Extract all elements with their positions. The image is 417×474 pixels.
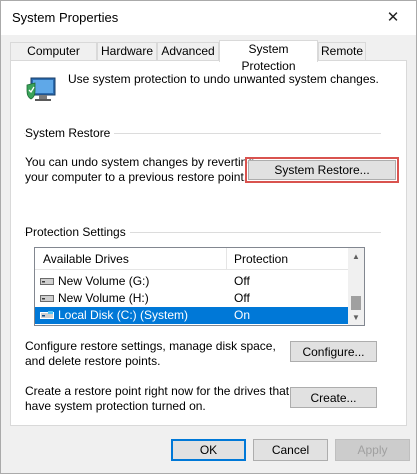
system-restore-description: You can undo system changes by reverting… (25, 155, 254, 185)
drives-list-scrollbar[interactable]: ▲ ▼ (348, 248, 364, 325)
configure-desc-line2: and delete restore points. (25, 354, 161, 368)
cancel-button[interactable]: Cancel (253, 439, 328, 461)
computer-shield-icon (26, 77, 56, 101)
create-description: Create a restore point right now for the… (25, 384, 289, 414)
scroll-down-arrow-icon[interactable]: ▼ (348, 309, 364, 325)
drives-list-header: Available Drives Protection (35, 248, 349, 270)
drive-icon (40, 295, 54, 302)
system-properties-window: System Properties ✕ Computer Name Hardwa… (0, 0, 417, 474)
apply-button-label: Apply (357, 443, 388, 457)
system-drive-icon (40, 311, 54, 319)
scroll-up-arrow-icon[interactable]: ▲ (348, 248, 364, 264)
system-restore-desc-line2: your computer to a previous restore poin… (25, 170, 248, 184)
tab-system-protection[interactable]: System Protection (219, 40, 318, 73)
column-header-available-drives[interactable]: Available Drives (43, 252, 129, 266)
drive-name: New Volume (H:) (58, 291, 149, 305)
apply-button[interactable]: Apply (335, 439, 410, 461)
drive-row[interactable]: New Volume (H:) Off (35, 290, 349, 307)
protection-settings-group-label: Protection Settings (25, 225, 130, 239)
title-bar[interactable]: System Properties ✕ (1, 1, 416, 35)
dialog-footer: OK Cancel Apply (1, 427, 416, 473)
system-restore-button[interactable]: System Restore... (245, 157, 399, 183)
column-header-protection[interactable]: Protection (234, 252, 288, 266)
close-icon[interactable]: ✕ (370, 1, 416, 33)
drive-name: New Volume (G:) (58, 274, 150, 288)
create-button[interactable]: Create... (290, 387, 377, 408)
drive-protection-status: Off (234, 291, 250, 305)
configure-button-label: Configure... (302, 344, 365, 359)
ok-button[interactable]: OK (171, 439, 246, 461)
create-button-label: Create... (310, 390, 357, 405)
system-restore-desc-line1: You can undo system changes by reverting (25, 155, 255, 169)
drive-protection-status: Off (234, 274, 250, 288)
configure-button[interactable]: Configure... (290, 341, 377, 362)
cancel-button-label: Cancel (271, 443, 310, 457)
tab-advanced[interactable]: Advanced (157, 42, 219, 61)
configure-description: Configure restore settings, manage disk … (25, 339, 276, 369)
system-protection-panel: Use system protection to undo unwanted s… (10, 60, 407, 426)
window-title: System Properties (12, 10, 119, 25)
drive-row-selected[interactable]: Local Disk (C:) (System) On (35, 307, 349, 324)
system-restore-group-label: System Restore (25, 126, 115, 140)
drive-protection-status: On (234, 308, 251, 322)
tab-computer-name[interactable]: Computer Name (10, 42, 97, 75)
configure-desc-line1: Configure restore settings, manage disk … (25, 339, 276, 353)
tab-hardware[interactable]: Hardware (97, 42, 157, 61)
drive-row[interactable]: New Volume (G:) Off (35, 273, 349, 290)
ok-button-label: OK (199, 443, 218, 457)
intro-text: Use system protection to undo unwanted s… (68, 72, 379, 86)
create-desc-line1: Create a restore point right now for the… (25, 384, 290, 398)
system-restore-button-label: System Restore... (274, 163, 370, 177)
tab-remote[interactable]: Remote (318, 42, 366, 61)
scrollbar-thumb[interactable] (351, 296, 361, 310)
create-desc-line2: have system protection turned on. (25, 399, 206, 413)
drive-icon (40, 278, 54, 285)
drive-name: Local Disk (C:) (System) (58, 308, 189, 322)
drives-listbox[interactable]: Available Drives Protection New Volume (… (34, 247, 365, 326)
column-separator[interactable] (226, 248, 227, 270)
